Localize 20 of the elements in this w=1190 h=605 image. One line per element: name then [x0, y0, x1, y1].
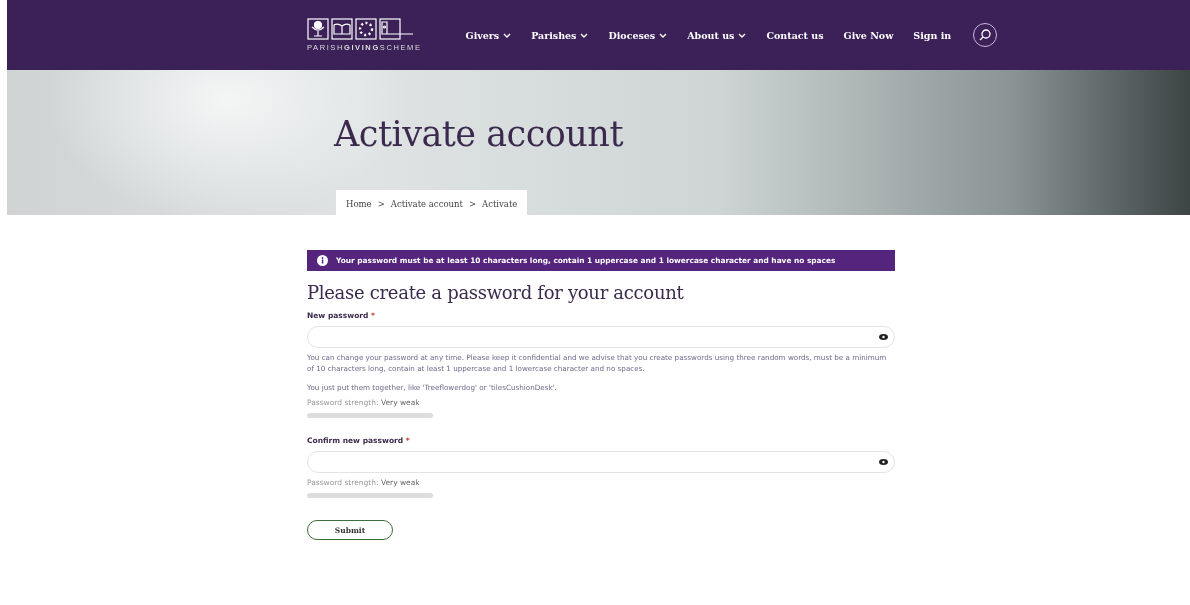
breadcrumb-link[interactable]: Home	[346, 199, 372, 209]
breadcrumb-separator: >	[377, 199, 385, 209]
chevron-down-icon	[738, 32, 747, 38]
chevron-down-icon	[580, 32, 589, 38]
nav-link[interactable]: Give Now	[843, 29, 894, 41]
nav-link[interactable]: Dioceses	[608, 29, 668, 41]
breadcrumb-link[interactable]: Activate account	[390, 199, 463, 209]
nav-link[interactable]: Givers	[465, 29, 512, 41]
chevron-down-icon	[659, 32, 668, 38]
nav-link[interactable]: Parishes	[531, 29, 589, 41]
chevron-down-icon	[503, 32, 512, 38]
page-title: Activate account	[334, 114, 624, 154]
nav-link[interactable]: Contact us	[766, 29, 824, 41]
nav-link[interactable]: About us	[687, 29, 747, 41]
eye-icon[interactable]	[879, 334, 888, 340]
form-heading: Please create a password for your account	[307, 282, 685, 303]
eye-icon[interactable]	[879, 459, 888, 466]
info-icon	[317, 255, 328, 266]
nav-link[interactable]: Sign in	[913, 29, 952, 41]
breadcrumb-separator: >	[468, 199, 476, 209]
